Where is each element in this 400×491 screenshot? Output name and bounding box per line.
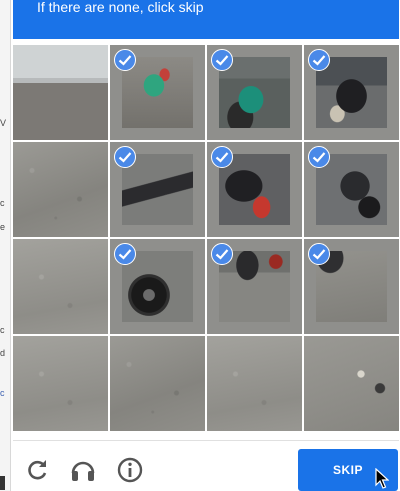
selected-check-icon [114,243,136,265]
info-icon[interactable] [116,456,144,484]
tile-image-storefront-sidewalk [13,45,108,140]
background-text-fragment: e [0,222,6,232]
footer-divider [13,440,399,441]
tile-image-pavement [13,142,108,237]
tile-image-pavement-debris [304,336,399,431]
background-text-fragment: c [0,198,5,208]
selected-check-icon [114,49,136,71]
challenge-header: If there are none, click skip [13,0,399,39]
image-tile-selected[interactable] [304,45,399,140]
image-tile-grid [13,45,399,433]
background-scrollbar-fragment [0,476,5,490]
background-text-fragment: V [0,118,7,128]
selected-check-icon [211,49,233,71]
image-tile-selected[interactable] [110,142,205,237]
image-tile[interactable] [13,239,108,334]
challenge-instruction: If there are none, click skip [37,0,204,15]
image-tile-selected[interactable] [110,45,205,140]
background-text-fragment: d [0,348,6,358]
background-text-fragment: c [0,325,5,335]
mouse-cursor-icon [375,468,389,489]
tile-image-pavement [207,336,302,431]
image-tile-selected[interactable] [304,142,399,237]
tile-image-pavement [13,239,108,334]
image-tile-selected[interactable] [207,239,302,334]
image-tile[interactable] [207,336,302,431]
background-link-fragment: c [0,388,5,398]
image-tile-selected[interactable] [110,239,205,334]
selected-check-icon [308,49,330,71]
tile-image-pavement [13,336,108,431]
selected-check-icon [114,146,136,168]
image-tile-selected[interactable] [207,45,302,140]
captcha-challenge-panel: If there are none, click skip SKIP [10,0,400,491]
image-tile[interactable] [110,336,205,431]
image-tile[interactable] [13,142,108,237]
image-tile[interactable] [13,45,108,140]
image-tile-selected[interactable] [304,239,399,334]
tile-image-pavement [110,336,205,431]
audio-headphones-icon[interactable] [69,456,97,484]
selected-check-icon [211,243,233,265]
selected-check-icon [211,146,233,168]
image-tile[interactable] [13,336,108,431]
image-tile[interactable] [304,336,399,431]
image-tile-selected[interactable] [207,142,302,237]
selected-check-icon [308,243,330,265]
selected-check-icon [308,146,330,168]
reload-icon[interactable] [23,456,51,484]
